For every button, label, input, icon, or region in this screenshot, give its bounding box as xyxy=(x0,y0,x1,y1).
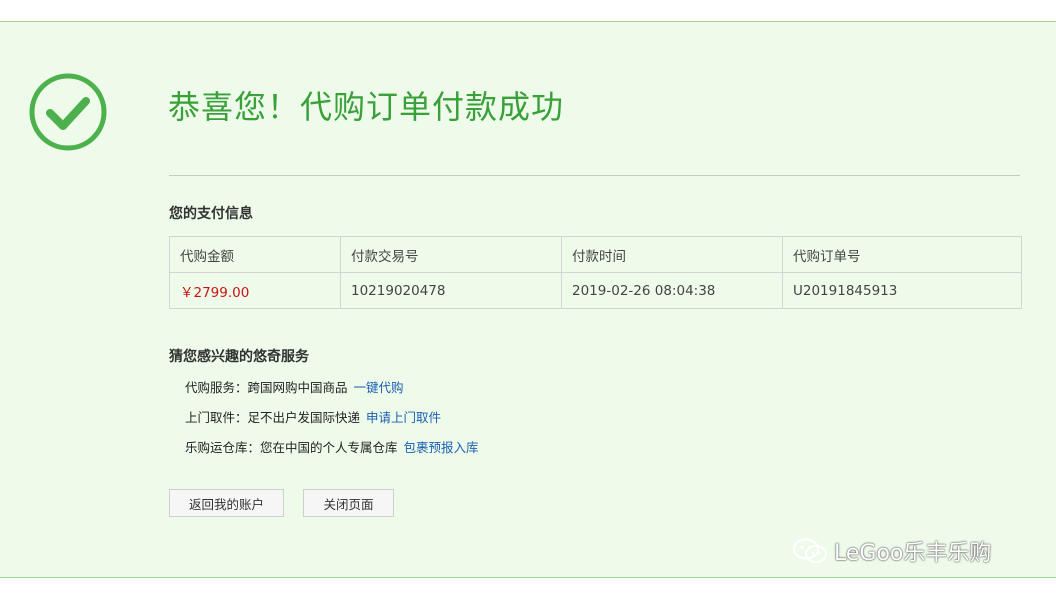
service-item-warehouse: 乐购运仓库：您在中国的个人专属仓库 包裹预报入库 xyxy=(185,437,479,456)
service-item-text: 上门取件：足不出户发国际快递 xyxy=(185,410,361,425)
service-item-text: 代购服务：跨国网购中国商品 xyxy=(185,380,348,395)
success-check-icon xyxy=(29,73,107,151)
wechat-icon xyxy=(793,538,827,563)
request-pickup-link[interactable]: 申请上门取件 xyxy=(366,410,441,425)
column-header-amount: 代购金额 xyxy=(169,236,341,273)
service-item-pickup: 上门取件：足不出户发国际快递 申请上门取件 xyxy=(185,407,441,426)
transaction-no-cell: 10219020478 xyxy=(340,272,562,309)
column-header-order-no: 代购订单号 xyxy=(782,236,1022,273)
one-click-purchase-link[interactable]: 一键代购 xyxy=(354,380,404,395)
services-section-title: 猜您感兴趣的悠奇服务 xyxy=(169,349,309,365)
payment-info-table: 代购金额 付款交易号 付款时间 代购订单号 ￥2799.00 102190204… xyxy=(169,236,1022,309)
order-no-cell: U20191845913 xyxy=(782,272,1022,309)
back-to-account-button[interactable]: 返回我的账户 xyxy=(169,489,284,517)
service-item-text: 乐购运仓库：您在中国的个人专属仓库 xyxy=(185,440,398,455)
table-row: ￥2799.00 10219020478 2019-02-26 08:04:38… xyxy=(169,272,1022,309)
amount-cell: ￥2799.00 xyxy=(169,272,341,309)
close-page-button[interactable]: 关闭页面 xyxy=(303,489,394,517)
payment-section-title: 您的支付信息 xyxy=(169,206,253,222)
page-title: 恭喜您！代购订单付款成功 xyxy=(168,88,565,126)
success-panel: 恭喜您！代购订单付款成功 您的支付信息 代购金额 付款交易号 付款时间 代购订单… xyxy=(0,21,1056,578)
service-item-purchase: 代购服务：跨国网购中国商品 一键代购 xyxy=(185,377,404,396)
column-header-pay-time: 付款时间 xyxy=(561,236,783,273)
watermark-text: LeGoo乐丰乐购 xyxy=(834,541,992,566)
table-header-row: 代购金额 付款交易号 付款时间 代购订单号 xyxy=(169,236,1022,273)
title-divider xyxy=(169,175,1020,176)
pay-time-cell: 2019-02-26 08:04:38 xyxy=(561,272,783,309)
column-header-transaction-no: 付款交易号 xyxy=(340,236,562,273)
parcel-forecast-link[interactable]: 包裹预报入库 xyxy=(404,440,479,455)
watermark: LeGoo乐丰乐购 xyxy=(792,535,991,567)
